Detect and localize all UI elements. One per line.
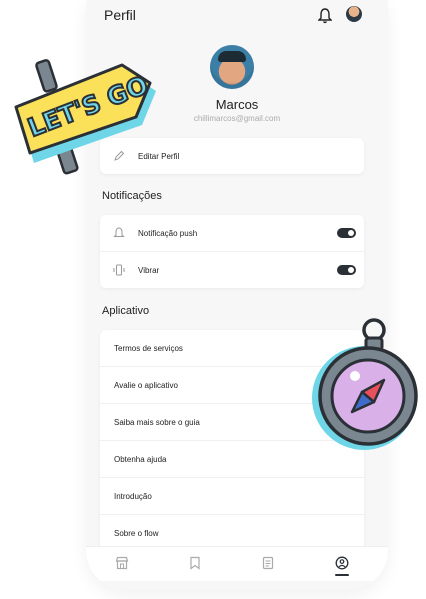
lets-go-sticker: LET'S GO [14,59,156,175]
list-item-label: Avalie o aplicativo [114,380,178,390]
list-item-label: Saiba mais sobre o guia [114,417,200,427]
document-icon[interactable] [261,556,275,570]
app-section-title: Aplicativo [102,305,150,317]
compass-sticker [312,318,418,450]
active-tab-indicator [335,574,349,576]
list-item-label: Termos de serviços [114,343,183,353]
notifications-section-title: Notificações [102,190,162,202]
list-item-label: Obtenha ajuda [114,454,167,464]
vibrate-icon [112,263,126,277]
setting-vibrate: Vibrar [100,252,364,288]
avatar[interactable] [346,6,362,22]
vibrate-label: Vibrar [138,265,160,275]
list-item-introduction[interactable]: Introdução [100,478,364,515]
store-icon[interactable] [115,556,129,570]
bell-icon[interactable] [318,8,332,24]
bookmark-icon[interactable] [188,556,202,570]
notifications-card: Notificação push Vibrar [100,215,364,288]
push-notification-label: Notificação push [138,228,198,238]
list-item-label: Sobre o flow [114,528,159,538]
list-item-label: Introdução [114,491,152,501]
top-bar: Perfil [86,0,388,32]
setting-push-notification: Notificação push [100,215,364,252]
bell-outline-icon [112,226,126,240]
profile-avatar [210,45,254,89]
profile-icon[interactable] [335,556,349,570]
vibrate-toggle[interactable] [337,265,356,275]
push-notification-toggle[interactable] [337,228,356,238]
bottom-nav [86,546,388,581]
page-title: Perfil [104,7,136,23]
